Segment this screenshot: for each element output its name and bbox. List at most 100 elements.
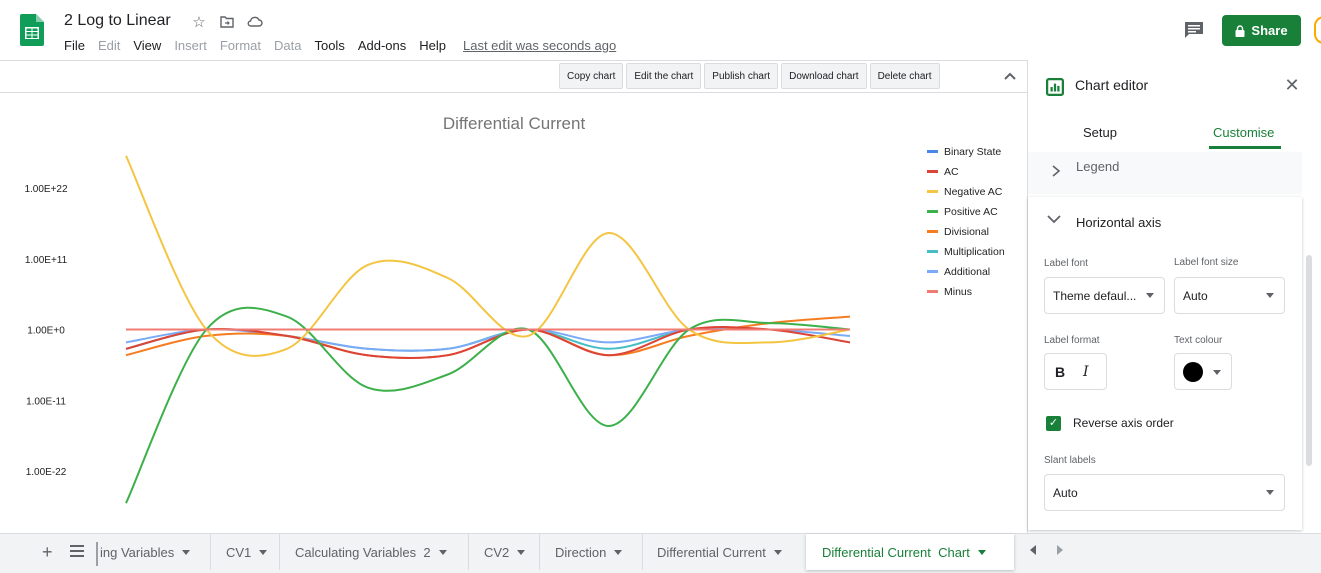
download-chart-button[interactable]: Download chart xyxy=(781,63,867,89)
cloud-status-icon[interactable] xyxy=(245,13,265,31)
italic-button[interactable]: I xyxy=(1083,364,1089,380)
legend-label[interactable]: Divisional xyxy=(944,226,989,238)
last-edit-link[interactable]: Last edit was seconds ago xyxy=(463,38,616,53)
reverse-axis-checkbox[interactable]: ✓ xyxy=(1046,416,1061,431)
slant-labels-label: Slant labels xyxy=(1044,455,1096,466)
chart-toolbar: Copy chart Edit the chart Publish chart … xyxy=(559,63,940,89)
copy-chart-button[interactable]: Copy chart xyxy=(559,63,624,89)
sheet-tab-label: CV1 xyxy=(226,544,252,560)
legend-label[interactable]: Negative AC xyxy=(944,186,1003,198)
legend-label[interactable]: AC xyxy=(944,166,959,178)
label-font-size-value: Auto xyxy=(1183,288,1208,303)
legend-swatch xyxy=(927,250,938,253)
slant-labels-value: Auto xyxy=(1053,485,1078,500)
chart-editor-title: Chart editor xyxy=(1075,77,1149,93)
slant-labels-select[interactable]: Auto xyxy=(1044,474,1285,511)
legend-label[interactable]: Binary State xyxy=(944,146,1001,158)
comment-history-icon[interactable] xyxy=(1184,21,1204,39)
lock-icon xyxy=(1235,24,1245,37)
all-sheets-icon[interactable] xyxy=(70,545,84,559)
label-format-group: B I xyxy=(1044,353,1107,390)
dropdown-arrow-icon xyxy=(614,549,623,555)
reverse-axis-label[interactable]: Reverse axis order xyxy=(1073,416,1174,430)
divider xyxy=(96,542,98,566)
share-button[interactable]: Share xyxy=(1222,15,1301,46)
sheet-tabs-bar: + ing Variables CV1 Calculating Variable… xyxy=(0,533,1321,573)
menu-help[interactable]: Help xyxy=(419,38,446,53)
delete-chart-button[interactable]: Delete chart xyxy=(869,63,940,89)
tab-setup[interactable]: Setup xyxy=(1083,125,1117,140)
legend-section-label: Legend xyxy=(1076,159,1120,174)
dropdown-arrow-icon xyxy=(1146,292,1154,298)
horizontal-axis-section: Horizontal axis Label font Theme defaul.… xyxy=(1028,197,1302,530)
series-line-additional[interactable] xyxy=(125,327,851,352)
move-folder-icon[interactable] xyxy=(217,13,237,31)
legend-section[interactable]: Legend xyxy=(1028,152,1302,194)
line-chart[interactable]: Differential Current 1.00E+221.00E+111.0… xyxy=(0,93,1027,533)
label-font-select[interactable]: Theme defaul... xyxy=(1044,277,1165,314)
share-label: Share xyxy=(1251,23,1288,38)
horizontal-axis-title[interactable]: Horizontal axis xyxy=(1076,215,1161,230)
scroll-tabs-left-icon[interactable] xyxy=(1030,545,1036,555)
edit-chart-button[interactable]: Edit the chart xyxy=(626,63,702,89)
label-format-label: Label format xyxy=(1044,335,1100,346)
text-colour-picker[interactable] xyxy=(1174,353,1232,390)
legend-label[interactable]: Multiplication xyxy=(944,246,1005,258)
dropdown-arrow-icon xyxy=(773,549,782,555)
legend-label[interactable]: Positive AC xyxy=(944,206,998,218)
menu-edit[interactable]: Edit xyxy=(98,38,120,53)
legend-label[interactable]: Minus xyxy=(944,286,972,298)
menu-addons[interactable]: Add-ons xyxy=(358,38,406,53)
close-icon[interactable]: ✕ xyxy=(1283,76,1301,94)
dropdown-arrow-icon xyxy=(259,549,268,555)
chevron-down-icon[interactable] xyxy=(1046,213,1062,225)
tab-customise[interactable]: Customise xyxy=(1213,125,1274,140)
sheet-tab[interactable]: ing Variables xyxy=(100,534,210,570)
editor-scrollbar[interactable] xyxy=(1306,255,1312,466)
top-bar: 2 Log to Linear ☆ File Edit View Insert … xyxy=(0,0,1321,60)
y-tick-label: 1.00E-11 xyxy=(26,396,66,407)
legend-swatch xyxy=(927,290,938,293)
colour-swatch xyxy=(1183,362,1203,382)
series-lines xyxy=(125,155,851,504)
menu-view[interactable]: View xyxy=(133,38,161,53)
sheet-tab[interactable]: CV1 xyxy=(211,534,279,570)
chevron-up-icon[interactable] xyxy=(1002,69,1018,83)
chart-editor-header: Chart editor ✕ xyxy=(1028,60,1321,112)
dropdown-arrow-icon xyxy=(1213,370,1221,375)
publish-chart-button[interactable]: Publish chart xyxy=(704,63,779,89)
scroll-tabs-right-icon[interactable] xyxy=(1057,545,1063,555)
sheet-tab-active[interactable]: Differential Current Chart xyxy=(806,534,1014,570)
sheet-tab[interactable]: Direction xyxy=(540,534,642,570)
menu-file[interactable]: File xyxy=(64,38,85,53)
sheet-tab-label: ing Variables xyxy=(100,544,175,560)
series-line-multiplication[interactable] xyxy=(125,327,850,352)
sheet-tab[interactable]: CV2 xyxy=(469,534,539,570)
sheet-tab[interactable]: Calculating Variables 2 xyxy=(280,534,468,570)
menu-format[interactable]: Format xyxy=(220,38,261,53)
sheet-tab[interactable]: Differential Current xyxy=(643,534,805,570)
add-sheet-button[interactable]: + xyxy=(42,542,53,563)
label-font-size-select[interactable]: Auto xyxy=(1174,277,1285,314)
y-tick-label: 1.00E+11 xyxy=(25,255,68,266)
menu-data[interactable]: Data xyxy=(274,38,301,53)
sheet-tab-label: Direction xyxy=(555,544,607,560)
chart-canvas[interactable]: Differential Current 1.00E+22 1.00E+11 1.0… xyxy=(0,93,1027,533)
legend-label[interactable]: Additional xyxy=(944,266,990,278)
legend-swatch xyxy=(927,210,938,213)
bold-button[interactable]: B xyxy=(1055,364,1065,380)
y-axis-ticks: 1.00E+22 1.00E+11 1.00E+0 1.00E-11 1.00E-22 xyxy=(24,184,68,478)
dropdown-arrow-icon xyxy=(1266,292,1274,298)
document-title[interactable]: 2 Log to Linear xyxy=(64,12,171,30)
dropdown-arrow-icon xyxy=(517,549,526,555)
sheets-logo-icon[interactable] xyxy=(20,14,44,46)
star-icon[interactable]: ☆ xyxy=(189,13,209,31)
menu-insert[interactable]: Insert xyxy=(174,38,207,53)
dropdown-arrow-icon xyxy=(182,549,191,555)
dropdown-arrow-icon xyxy=(438,549,447,555)
chevron-right-icon xyxy=(1052,165,1061,177)
avatar[interactable] xyxy=(1314,16,1321,44)
sheet-tab-label: Calculating Variables 2 xyxy=(295,544,431,560)
menu-tools[interactable]: Tools xyxy=(314,38,344,53)
menu-bar: File Edit View Insert Format Data Tools … xyxy=(64,38,459,53)
